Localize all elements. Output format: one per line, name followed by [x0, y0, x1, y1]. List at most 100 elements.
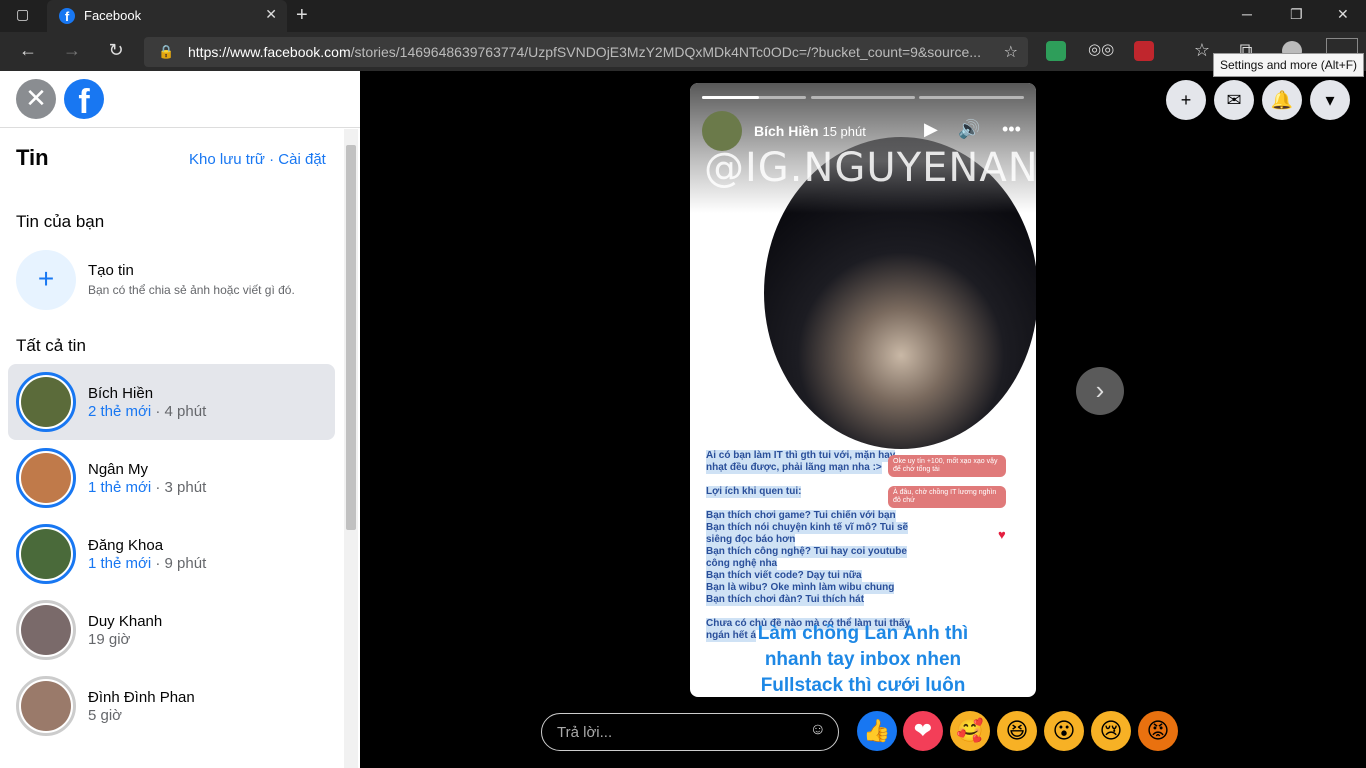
- avatar-image: [21, 605, 71, 655]
- sidebar-scrollbar[interactable]: [344, 129, 358, 768]
- story-text-line: Ai có bạn làm IT thì gth tui với, mặn ha…: [706, 450, 896, 462]
- progress-segment: [919, 96, 1024, 99]
- story-caption-line: Làm chồng Lan Anh thì: [757, 623, 969, 644]
- all-stories-heading: Tất cả tin: [16, 336, 86, 355]
- restore-icon[interactable]: ❐: [1290, 6, 1303, 23]
- settings-link[interactable]: Cài đặt: [278, 151, 326, 168]
- tab-actions-icon[interactable]: ▢: [16, 6, 29, 23]
- create-story-title: Tạo tin: [88, 262, 134, 279]
- extension-red-icon[interactable]: [1134, 41, 1154, 61]
- tab-facebook[interactable]: f Facebook ✕: [47, 0, 287, 32]
- sad-reaction[interactable]: 😢: [1091, 711, 1131, 751]
- story-text-line: Bạn thích chơi game? Tui chiến với bạn: [706, 510, 896, 522]
- avatar-image: [21, 453, 71, 503]
- watermark-text: @IG.NGUYENANH: [704, 145, 1036, 191]
- chat-bubble: Oke uy tín +100, mốt xạo xạo vậy để chờ …: [888, 455, 1006, 477]
- story-card[interactable]: Bích Hiền 15 phút ▶ 🔊 ••• @IG.NGUYENANH …: [690, 83, 1036, 697]
- messenger-icon[interactable]: ✉: [1214, 80, 1254, 120]
- extension-glasses-icon[interactable]: ◎◎: [1088, 40, 1114, 58]
- minimize-icon[interactable]: ─: [1242, 6, 1252, 22]
- back-icon[interactable]: ←: [16, 40, 40, 61]
- reply-input[interactable]: Trả lời... ☺: [541, 713, 839, 751]
- story-viewer: Bích Hiền 15 phút ▶ 🔊 ••• @IG.NGUYENANH …: [360, 71, 1366, 768]
- sticker-icon[interactable]: ☺: [810, 721, 826, 739]
- create-story-subtitle: Bạn có thể chia sẻ ảnh hoặc viết gì đó.: [88, 283, 295, 297]
- story-author-name: Đăng Khoa: [88, 537, 164, 554]
- notifications-icon[interactable]: 🔔: [1262, 80, 1302, 120]
- story-list-item[interactable]: Duy Khanh 19 giờ: [8, 592, 335, 668]
- new-tab-icon[interactable]: +: [296, 4, 308, 27]
- story-text-line: Bạn thích nói chuyện kinh tế vĩ mô? Tui …: [706, 522, 909, 534]
- sidebar-header: ✕ f: [0, 71, 360, 128]
- story-author-name: Ngân My: [88, 461, 149, 478]
- url-text: https://www.facebook.com/stories/1469648…: [188, 44, 981, 60]
- account-menu-icon[interactable]: ▾: [1310, 80, 1350, 120]
- header-links: Kho lưu trữ · Cài đặt: [189, 151, 326, 168]
- reply-placeholder: Trả lời...: [557, 724, 613, 741]
- story-avatar: [16, 524, 76, 584]
- wow-reaction[interactable]: 😮: [1044, 711, 1084, 751]
- favorites-icon[interactable]: ☆: [1190, 40, 1214, 61]
- heart-icon: ♥: [998, 527, 1006, 542]
- progress-segment: [702, 96, 806, 99]
- story-text-line: Bạn là wibu? Oke mình làm wibu chung: [706, 582, 895, 594]
- story-time: 15 phút: [822, 124, 866, 139]
- reload-icon[interactable]: ↻: [104, 40, 128, 61]
- story-text-line: công nghệ nha: [706, 558, 778, 570]
- story-avatar: [16, 448, 76, 508]
- story-text-line: nhạt đều được, phải lãng mạn nha :>: [706, 462, 882, 474]
- facebook-favicon-icon: f: [59, 8, 75, 24]
- story-avatar: [16, 372, 76, 432]
- archive-link[interactable]: Kho lưu trữ: [189, 151, 265, 168]
- story-list-item[interactable]: Bích Hiền 2 thẻ mới · 4 phút: [8, 364, 335, 440]
- scrollbar-thumb[interactable]: [346, 145, 356, 530]
- story-text-line: Bạn thích chơi đàn? Tui thích hát: [706, 594, 865, 606]
- story-text-line: siêng đọc báo hơn: [706, 534, 796, 546]
- extension-shield-icon[interactable]: [1046, 41, 1066, 61]
- story-meta: 19 giờ: [88, 631, 131, 648]
- story-author-name: Bích Hiền: [88, 385, 154, 402]
- add-favorite-icon[interactable]: ☆: [1004, 42, 1018, 62]
- haha-reaction[interactable]: 😆: [997, 711, 1037, 751]
- love-reaction[interactable]: ❤: [903, 711, 943, 751]
- your-stories-heading: Tin của bạn: [16, 212, 105, 231]
- next-story-button[interactable]: ›: [1076, 367, 1124, 415]
- story-avatar: [16, 600, 76, 660]
- facebook-logo-icon[interactable]: f: [64, 79, 104, 119]
- like-reaction[interactable]: 👍: [857, 711, 897, 751]
- tab-title: Facebook: [84, 8, 142, 23]
- volume-icon[interactable]: 🔊: [958, 119, 980, 140]
- story-list-item[interactable]: Đăng Khoa 1 thẻ mới · 9 phút: [8, 516, 335, 592]
- story-caption-line: Fullstack thì cưới luôn: [760, 675, 966, 696]
- avatar-image: [21, 377, 71, 427]
- story-text-line: Lợi ích khi quen tui:: [706, 486, 802, 498]
- tab-bar: ▢ f Facebook ✕ + ─ ❐ ✕: [0, 0, 1366, 32]
- plus-icon: +: [16, 250, 76, 310]
- story-list-item[interactable]: Ngân My 1 thẻ mới · 3 phút: [8, 440, 335, 516]
- care-reaction[interactable]: 🥰: [950, 711, 990, 751]
- settings-tooltip: Settings and more (Alt+F): [1213, 53, 1365, 77]
- close-stories-button[interactable]: ✕: [16, 79, 56, 119]
- page-title: Tin: [16, 145, 49, 170]
- story-avatar: [16, 676, 76, 736]
- chat-bubble: À đâu, chờ chồng IT lương nghìn đô chứ: [888, 486, 1006, 508]
- story-text-line: Bạn thích viết code? Dạy tui nữa: [706, 570, 862, 582]
- address-bar[interactable]: 🔒 https://www.facebook.com/stories/14696…: [144, 37, 1028, 67]
- story-author-name: Duy Khanh: [88, 613, 163, 630]
- story-list-item[interactable]: Đình Đình Phan 5 giờ: [8, 668, 335, 744]
- stories-sidebar: ✕ f Tin Kho lưu trữ · Cài đặt Tin của bạ…: [0, 71, 360, 768]
- forward-icon[interactable]: →: [60, 40, 84, 61]
- story-author[interactable]: Bích Hiền 15 phút: [754, 123, 866, 139]
- browser-toolbar: ← → ↻ 🔒 https://www.facebook.com/stories…: [0, 32, 1366, 71]
- close-tab-icon[interactable]: ✕: [265, 6, 277, 23]
- close-window-icon[interactable]: ✕: [1337, 6, 1349, 23]
- story-meta: 1 thẻ mới · 9 phút: [88, 555, 207, 572]
- more-options-icon[interactable]: •••: [1002, 119, 1021, 140]
- avatar-image: [21, 681, 71, 731]
- angry-reaction[interactable]: 😡: [1138, 711, 1178, 751]
- create-button[interactable]: +: [1166, 80, 1206, 120]
- progress-segment: [811, 96, 915, 99]
- play-icon[interactable]: ▶: [924, 119, 938, 140]
- story-meta: 1 thẻ mới · 3 phút: [88, 479, 207, 496]
- story-text-line: Bạn thích công nghệ? Tui hay coi youtube: [706, 546, 907, 558]
